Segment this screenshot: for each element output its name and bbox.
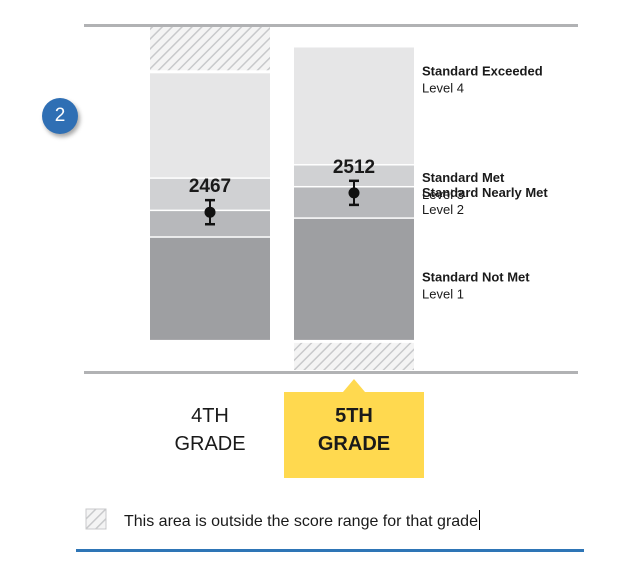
step-number: 2 — [54, 105, 66, 126]
hatch-swatch-icon — [85, 508, 107, 530]
outside-range-legend-text: This area is outside the score range for… — [124, 510, 480, 531]
step-badge: 2 — [42, 98, 78, 134]
grade-label-line1: 4th — [191, 405, 229, 427]
grade-label-5th[interactable]: 5th Grade — [294, 402, 414, 458]
footer-rule — [76, 549, 584, 552]
selected-grade-pointer — [343, 379, 365, 392]
level-number-label: Level 1 — [422, 286, 464, 301]
score-point — [204, 206, 216, 218]
level-name-label: Standard Not Met — [422, 269, 530, 284]
grade-label-line2: Grade — [174, 433, 246, 455]
outside-range-area — [294, 342, 414, 370]
level-1-segment — [294, 217, 414, 340]
outside-range-area — [150, 26, 270, 71]
score-point — [348, 187, 360, 199]
baseline-axis-line — [84, 371, 578, 374]
grade-label-line1: 5th — [335, 405, 373, 427]
score-label: 2512 — [333, 157, 375, 178]
level-4-segment — [150, 73, 270, 178]
top-axis-line — [84, 24, 578, 27]
grade-label-4th: 4th Grade — [150, 402, 270, 458]
level-name-label: Standard Nearly Met — [422, 185, 548, 200]
level-4-segment — [294, 47, 414, 165]
score-label: 2467 — [189, 176, 231, 197]
level-number-label: Level 2 — [422, 202, 464, 217]
score-chart: 2467 2512 Standard Exceeded Level 4 Standar… — [76, 24, 584, 552]
level-name-label: Standard Met — [422, 170, 505, 185]
text-cursor — [478, 510, 480, 530]
grade-label-line2: Grade — [317, 433, 391, 455]
level-number-label: Level 4 — [422, 81, 464, 96]
level-1-segment — [150, 236, 270, 340]
level-name-label: Standard Exceeded — [422, 64, 543, 79]
